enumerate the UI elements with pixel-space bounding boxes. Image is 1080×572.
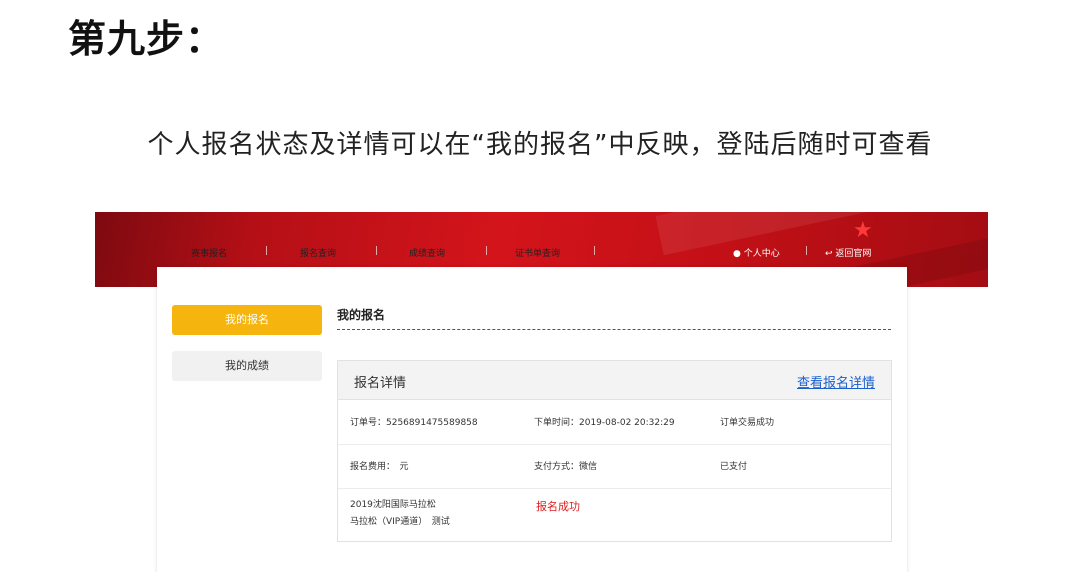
signup-fee: 报名费用： 元 (350, 462, 409, 472)
event-category: 马拉松（VIP通道） 测试 (350, 517, 450, 527)
page-title: 我的报名 (337, 308, 386, 322)
nav-separator: | (805, 246, 809, 256)
nav-item-signup-query[interactable]: 报名查询 (300, 246, 336, 259)
sidebar-item-my-signup[interactable]: 我的报名 (172, 305, 322, 335)
screenshot-frame: ★ 赛事报名 | 报名查询 | 成绩查询 | 证书单查询 | ● 个人中心 | … (95, 212, 988, 572)
table-row: 2019沈阳国际马拉松 马拉松（VIP通道） 测试 报名成功 (338, 488, 891, 540)
sidebar-item-my-scores[interactable]: 我的成绩 (172, 351, 322, 381)
nav-item-certificate-query[interactable]: 证书单查询 (515, 246, 560, 259)
order-time: 下单时间：2019-08-02 20:32:29 (534, 418, 675, 428)
table-row: 订单号：5256891475589858 下单时间：2019-08-02 20:… (338, 400, 891, 445)
payment-status: 已支付 (720, 462, 748, 472)
signup-status-badge: 报名成功 (536, 500, 580, 513)
return-icon: ↩ (825, 249, 833, 259)
nav-separator: | (485, 246, 489, 256)
back-home-link[interactable]: ↩ 返回官网 (825, 246, 871, 259)
subtitle: 个人报名状态及详情可以在“我的报名”中反映，登陆后随时可查看 (147, 130, 933, 160)
nav-separator: | (375, 246, 379, 256)
step-title: 第九步： (68, 17, 225, 61)
nav-separator: | (593, 246, 597, 256)
event-name: 2019沈阳国际马拉松 (350, 500, 436, 510)
detail-header: 报名详情 查看报名详情 (338, 361, 891, 400)
nav-item-event-signup[interactable]: 赛事报名 (191, 246, 227, 259)
order-number: 订单号：5256891475589858 (350, 418, 478, 428)
detail-heading: 报名详情 (354, 376, 407, 391)
content-card: 我的报名 我的成绩 我的报名 报名详情 查看报名详情 订单号：525689147… (157, 267, 907, 572)
user-center-link[interactable]: ● 个人中心 (733, 246, 780, 259)
star-icon: ★ (853, 218, 873, 243)
order-status: 订单交易成功 (720, 418, 775, 428)
dashed-divider (337, 329, 891, 330)
nav-item-score-query[interactable]: 成绩查询 (409, 246, 445, 259)
signup-detail-panel: 报名详情 查看报名详情 订单号：5256891475589858 下单时间：20… (337, 360, 892, 542)
user-icon: ● (733, 249, 741, 259)
payment-method: 支付方式：微信 (534, 462, 598, 472)
table-row: 报名费用： 元 支付方式：微信 已支付 (338, 444, 891, 489)
nav-separator: | (265, 246, 269, 256)
view-detail-link[interactable]: 查看报名详情 (797, 372, 875, 391)
top-nav: 赛事报名 | 报名查询 | 成绩查询 | 证书单查询 | ● 个人中心 | ↩ … (95, 246, 988, 262)
